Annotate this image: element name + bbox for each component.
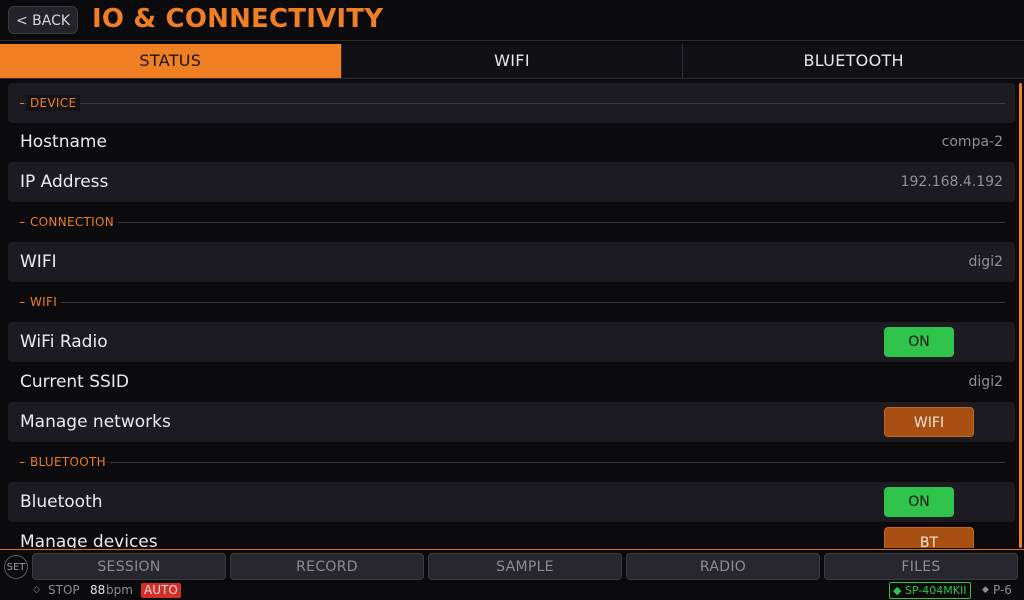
device-name: SP-404MKII [904, 584, 967, 597]
nav-record-button[interactable]: RECORD [230, 553, 424, 580]
nav-sample-button[interactable]: SAMPLE [428, 553, 622, 580]
section-divider [20, 103, 1005, 104]
manage-networks-button[interactable]: WIFI [884, 407, 974, 437]
section-divider [20, 462, 1005, 463]
row-wifi-radio: WiFi Radio ON [8, 322, 1015, 362]
auto-mode-badge[interactable]: AUTO [141, 583, 181, 598]
ip-address-value: 192.168.4.192 [900, 174, 1003, 190]
bluetooth-label: Bluetooth [20, 492, 103, 512]
section-divider [20, 222, 1005, 223]
row-bluetooth: Bluetooth ON [8, 482, 1015, 522]
device-diamond-icon: ◆ [893, 584, 902, 597]
current-ssid-label: Current SSID [20, 372, 129, 392]
wifi-connection-value: digi2 [968, 254, 1003, 270]
section-dash [20, 103, 24, 104]
device-badge: ◆ SP-404MKII [889, 582, 971, 599]
section-label-wifi: WIFI [26, 294, 62, 310]
header-bar: < BACK IO & CONNECTIVITY [0, 0, 1024, 41]
section-label-device: DEVICE [26, 95, 81, 111]
section-dash [20, 462, 24, 463]
section-device: DEVICE [8, 83, 1015, 123]
back-button[interactable]: < BACK [8, 6, 78, 34]
row-manage-networks: Manage networks WIFI [8, 402, 1015, 442]
bpm-value: 88 [90, 583, 106, 597]
ip-address-label: IP Address [20, 172, 109, 192]
nav-session-button[interactable]: SESSION [32, 553, 226, 580]
nav-files-button[interactable]: FILES [824, 553, 1018, 580]
page-title: IO & CONNECTIVITY [92, 4, 384, 34]
row-ip-address: IP Address 192.168.4.192 [8, 162, 1015, 202]
settings-list[interactable]: DEVICE Hostname compa-2 IP Address 192.1… [0, 80, 1024, 548]
transport-diamond-icon: ◇ [33, 585, 40, 595]
section-label-connection: CONNECTION [26, 214, 119, 230]
hostname-value: compa-2 [941, 134, 1003, 150]
status-bar: ◇ STOP 88 bpm AUTO ◆ SP-404MKII ◆ P-6 [0, 581, 1024, 600]
section-bluetooth: BLUETOOTH [8, 442, 1015, 482]
manage-devices-button[interactable]: BT [884, 527, 974, 548]
transport-status: STOP [48, 583, 80, 597]
section-wifi: WIFI [8, 282, 1015, 322]
bluetooth-toggle[interactable]: ON [884, 487, 954, 517]
tab-bluetooth[interactable]: BLUETOOTH [683, 44, 1024, 78]
row-hostname: Hostname compa-2 [8, 122, 1015, 162]
row-manage-devices: Manage devices BT [8, 522, 1015, 548]
tab-status[interactable]: STATUS [0, 44, 342, 78]
wifi-radio-label: WiFi Radio [20, 332, 108, 352]
section-dash [20, 222, 24, 223]
nav-radio-button[interactable]: RADIO [626, 553, 820, 580]
pattern-diamond-icon: ◆ [982, 585, 989, 595]
current-ssid-value: digi2 [968, 374, 1003, 390]
manage-networks-label: Manage networks [20, 412, 171, 432]
bottom-nav: SET SESSION RECORD SAMPLE RADIO FILES [0, 549, 1024, 582]
section-dash [20, 302, 24, 303]
hostname-label: Hostname [20, 132, 107, 152]
wifi-connection-label: WIFI [20, 252, 57, 272]
scrollbar[interactable] [1019, 83, 1022, 548]
section-label-bluetooth: BLUETOOTH [26, 454, 110, 470]
manage-devices-label: Manage devices [20, 532, 158, 548]
row-current-ssid: Current SSID digi2 [8, 362, 1015, 402]
section-connection: CONNECTION [8, 202, 1015, 242]
pattern-label: P-6 [993, 583, 1012, 597]
tab-wifi[interactable]: WIFI [341, 44, 684, 78]
row-wifi-connection: WIFI digi2 [8, 242, 1015, 282]
set-button[interactable]: SET [4, 555, 28, 579]
wifi-radio-toggle[interactable]: ON [884, 327, 954, 357]
bpm-unit: bpm [106, 583, 133, 597]
section-divider [20, 302, 1005, 303]
tab-bar: STATUS WIFI BLUETOOTH [0, 44, 1024, 79]
